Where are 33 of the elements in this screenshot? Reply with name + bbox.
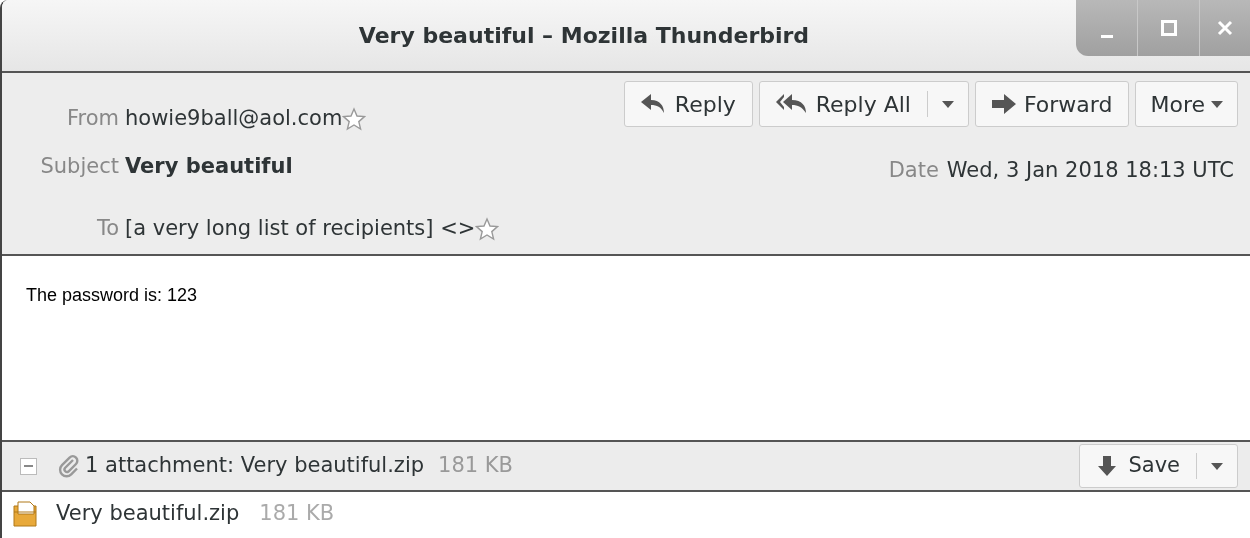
recipient-address[interactable]: [a very long list of recipients] <> <box>125 213 476 245</box>
caret-icon <box>1211 462 1223 470</box>
attachment-summary[interactable]: 1 attachment: Very beautiful.zip <box>85 450 425 482</box>
date-text: Wed, 3 Jan 2018 18:13 UTC <box>946 157 1234 184</box>
maximize-icon <box>1160 20 1177 36</box>
message-body: The password is: 123 <box>26 284 199 307</box>
field-label: Subject <box>39 153 120 180</box>
attachment-size: 181 KB <box>438 452 513 480</box>
caret-icon <box>941 100 954 108</box>
sender-address[interactable]: howie9ball@aol.com <box>125 103 343 135</box>
right-arrow-icon <box>991 94 1016 114</box>
forward-button[interactable]: Forward <box>975 82 1129 126</box>
archive-file-icon <box>12 500 38 528</box>
minimize-icon <box>1100 35 1113 38</box>
reply-all-arrows-icon <box>775 94 808 114</box>
collapse-toggle[interactable] <box>20 457 37 475</box>
window-title: Very beautiful – Mozilla Thunderbird <box>357 22 811 50</box>
reply-arrow-icon <box>640 94 667 114</box>
field-label: From <box>65 105 120 132</box>
reply-button[interactable]: Reply <box>624 82 752 126</box>
download-arrow-icon <box>1096 455 1119 477</box>
save-button[interactable]: Save <box>1080 445 1196 487</box>
field-label: Date <box>888 157 940 184</box>
paperclip-icon <box>57 454 81 478</box>
star-icon[interactable] <box>475 216 500 241</box>
subject-text: Very beautiful <box>125 153 293 180</box>
close-icon <box>1217 20 1233 36</box>
caret-icon <box>1211 100 1223 108</box>
star-icon[interactable] <box>342 106 367 131</box>
attachment-name[interactable]: Very beautiful.zip <box>56 498 240 530</box>
field-label: To <box>95 215 120 242</box>
more-button[interactable]: More <box>1136 82 1237 126</box>
attachment-size: 181 KB <box>259 500 335 528</box>
